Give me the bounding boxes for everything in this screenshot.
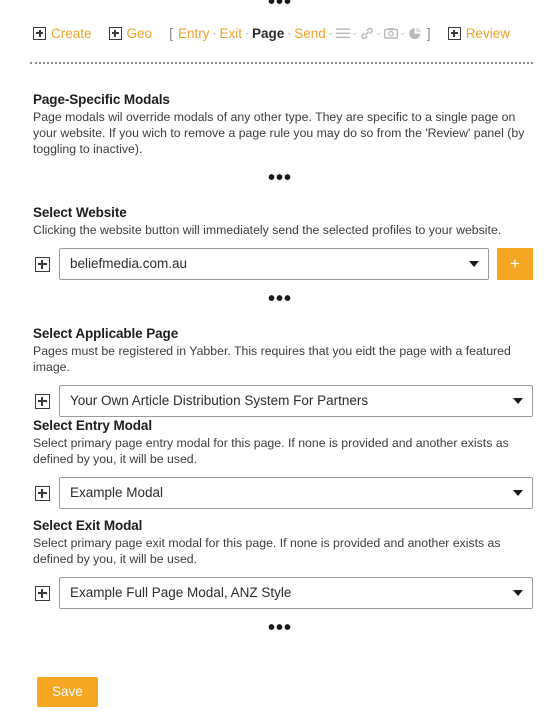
nav-item-geo[interactable]: Geo	[108, 26, 153, 41]
dots-separator-1: •••	[267, 167, 292, 189]
nav-separator-dot: ·	[244, 26, 249, 40]
page-modals-panel: ••• Create Geo [ Entry · Exit · Page · S…	[0, 0, 560, 725]
plus-square-icon	[33, 26, 46, 40]
section-description-select-entry-modal: Select primary page entry modal for this…	[33, 436, 509, 466]
dots-separator-top: •••	[267, 0, 292, 13]
nav-link-entry[interactable]: Entry	[178, 26, 210, 41]
nav-separator-dot: ·	[287, 26, 292, 40]
plus-square-icon[interactable]	[33, 477, 51, 509]
select-website-section: Select Website Clicking the website butt…	[33, 205, 533, 280]
plus-square-icon	[447, 26, 461, 40]
section-title-select-entry-modal: Select Entry Modal	[33, 418, 152, 433]
list-icon[interactable]	[335, 27, 350, 40]
select-applicable-page-section: Select Applicable Page Pages must be reg…	[33, 326, 533, 417]
plus-square-icon	[108, 26, 122, 40]
section-title-select-website: Select Website	[33, 205, 127, 220]
nav-separator-dot: ·	[400, 26, 405, 40]
exit-modal-field-row: Example Full Page Modal, ANZ Style	[33, 577, 533, 609]
dotted-divider	[30, 62, 533, 64]
select-exit-modal-section: Select Exit Modal Select primary page ex…	[33, 518, 533, 609]
section-title-select-applicable-page: Select Applicable Page	[33, 326, 179, 341]
nav-separator-dot: ·	[376, 26, 381, 40]
website-field-row: beliefmedia.com.au +	[33, 248, 533, 280]
section-description-page-specific-modals: Page modals wil override modals of any o…	[33, 110, 525, 156]
entry-modal-select-wrapper: Example Modal	[59, 477, 533, 509]
nav-separator-dot: ·	[328, 26, 333, 40]
nav-separator-dot: ·	[212, 26, 217, 40]
nav-separator-dot: ·	[352, 26, 357, 40]
section-description-select-exit-modal: Select primary page exit modal for this …	[33, 536, 501, 566]
nav-link-review[interactable]: Review	[466, 26, 510, 41]
nav-item-review[interactable]: Review	[447, 26, 510, 41]
nav-link-page[interactable]: Page	[252, 26, 284, 41]
nav-bracket-close: ]	[426, 25, 431, 41]
nav-link-geo[interactable]: Geo	[127, 26, 153, 41]
plus-square-icon[interactable]	[33, 577, 51, 609]
link-icon[interactable]	[360, 27, 374, 40]
dots-separator-3: •••	[267, 617, 292, 639]
nav-link-exit[interactable]: Exit	[219, 26, 242, 41]
top-navigation: Create Geo [ Entry · Exit · Page · Send …	[33, 22, 533, 44]
applicable-page-select[interactable]: Your Own Article Distribution System For…	[59, 385, 533, 417]
add-website-button[interactable]: +	[497, 248, 533, 280]
plus-square-icon[interactable]	[33, 385, 51, 417]
section-title-select-exit-modal: Select Exit Modal	[33, 518, 143, 533]
section-description-select-website: Clicking the website button will immedia…	[33, 223, 502, 237]
section-title-page-specific-modals: Page-Specific Modals	[33, 92, 170, 107]
website-select[interactable]: beliefmedia.com.au	[59, 248, 489, 280]
nav-item-create[interactable]: Create	[33, 26, 92, 41]
save-button[interactable]: Save	[37, 677, 98, 707]
exit-modal-select-wrapper: Example Full Page Modal, ANZ Style	[59, 577, 533, 609]
section-description-select-applicable-page: Pages must be registered in Yabber. This…	[33, 344, 511, 374]
nav-link-create[interactable]: Create	[51, 26, 92, 41]
dots-separator-2: •••	[267, 288, 292, 310]
entry-modal-select[interactable]: Example Modal	[59, 477, 533, 509]
entry-modal-field-row: Example Modal	[33, 477, 533, 509]
nav-link-send[interactable]: Send	[294, 26, 326, 41]
website-select-wrapper: beliefmedia.com.au	[59, 248, 489, 280]
applicable-page-field-row: Your Own Article Distribution System For…	[33, 385, 533, 417]
page-specific-modals-section: Page-Specific Modals Page modals wil ove…	[33, 92, 533, 157]
camera-icon[interactable]	[383, 27, 398, 40]
select-entry-modal-section: Select Entry Modal Select primary page e…	[33, 418, 533, 509]
pie-chart-icon[interactable]	[408, 27, 422, 40]
plus-square-icon[interactable]	[33, 248, 51, 280]
exit-modal-select[interactable]: Example Full Page Modal, ANZ Style	[59, 577, 533, 609]
applicable-page-select-wrapper: Your Own Article Distribution System For…	[59, 385, 533, 417]
nav-bracket-open: [	[169, 25, 173, 41]
